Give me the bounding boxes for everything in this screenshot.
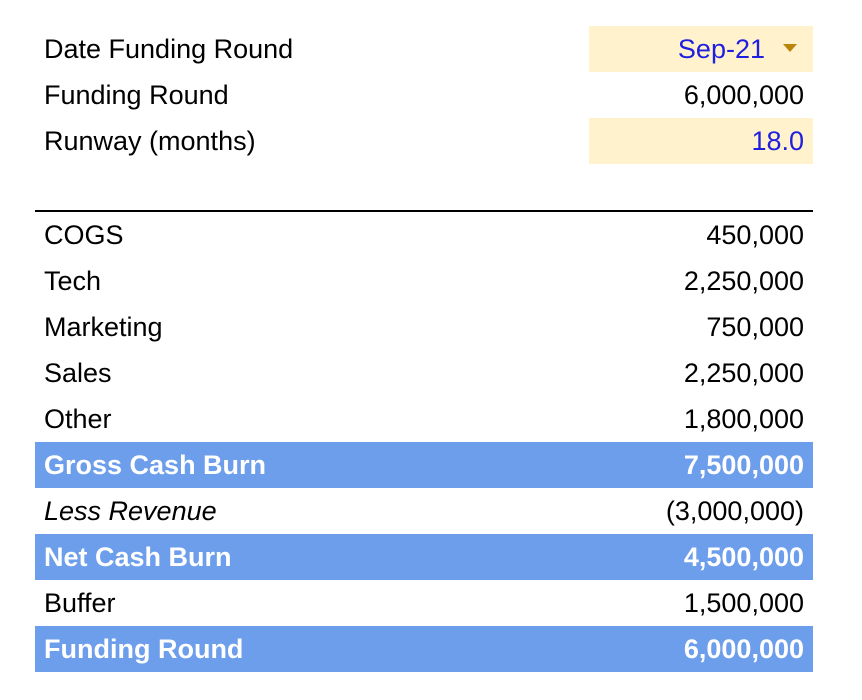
spreadsheet-range: Date Funding Round Sep-21 Funding Round … [35,26,813,672]
funding-round-total-value: 6,000,000 [683,634,804,664]
table-row[interactable]: COGS 450,000 [35,212,813,258]
row-label: COGS [44,220,124,250]
runway-value[interactable]: 18.0 [751,118,804,164]
empty-row [35,164,813,210]
funding-round-label: Funding Round [44,80,229,110]
net-cash-burn-label: Net Cash Burn [44,542,232,572]
funding-round-total-label: Funding Round [44,634,244,664]
row-value: 750,000 [706,312,804,342]
gross-cash-burn-value: 7,500,000 [683,450,804,480]
gross-cash-burn-row[interactable]: Gross Cash Burn 7,500,000 [35,442,813,488]
row-label: Other [44,404,112,434]
row-value: 450,000 [706,220,804,250]
runway-label: Runway (months) [44,126,256,156]
date-funding-round-label: Date Funding Round [44,34,294,64]
less-revenue-value: (3,000,000) [665,496,804,526]
runway-input-cell[interactable]: 18.0 [589,118,813,164]
row-runway: Runway (months) 18.0 [35,118,813,164]
date-funding-round-value[interactable]: Sep-21 [678,26,765,72]
table-row[interactable]: Other 1,800,000 [35,396,813,442]
row-date-funding-round: Date Funding Round Sep-21 [35,26,813,72]
buffer-row[interactable]: Buffer 1,500,000 [35,580,813,626]
row-label: Tech [44,266,102,296]
net-cash-burn-row[interactable]: Net Cash Burn 4,500,000 [35,534,813,580]
buffer-value: 1,500,000 [683,588,804,618]
table-row[interactable]: Marketing 750,000 [35,304,813,350]
row-value: 2,250,000 [683,266,804,296]
less-revenue-row[interactable]: Less Revenue (3,000,000) [35,488,813,534]
less-revenue-label: Less Revenue [44,496,217,526]
table-row[interactable]: Tech 2,250,000 [35,258,813,304]
buffer-label: Buffer [44,588,116,618]
breakdown-table: COGS 450,000 Tech 2,250,000 Marketing 75… [35,212,813,672]
net-cash-burn-value: 4,500,000 [683,542,804,572]
row-value: 1,800,000 [683,404,804,434]
row-label: Marketing [44,312,163,342]
row-funding-round-input: Funding Round 6,000,000 [35,72,813,118]
gross-cash-burn-label: Gross Cash Burn [44,450,267,480]
funding-round-value[interactable]: 6,000,000 [684,72,804,118]
funding-round-total-row[interactable]: Funding Round 6,000,000 [35,626,813,672]
table-row[interactable]: Sales 2,250,000 [35,350,813,396]
chevron-down-icon[interactable] [783,44,797,52]
row-value: 2,250,000 [683,358,804,388]
row-label: Sales [44,358,112,388]
date-funding-round-dropdown[interactable]: Sep-21 [589,26,813,72]
